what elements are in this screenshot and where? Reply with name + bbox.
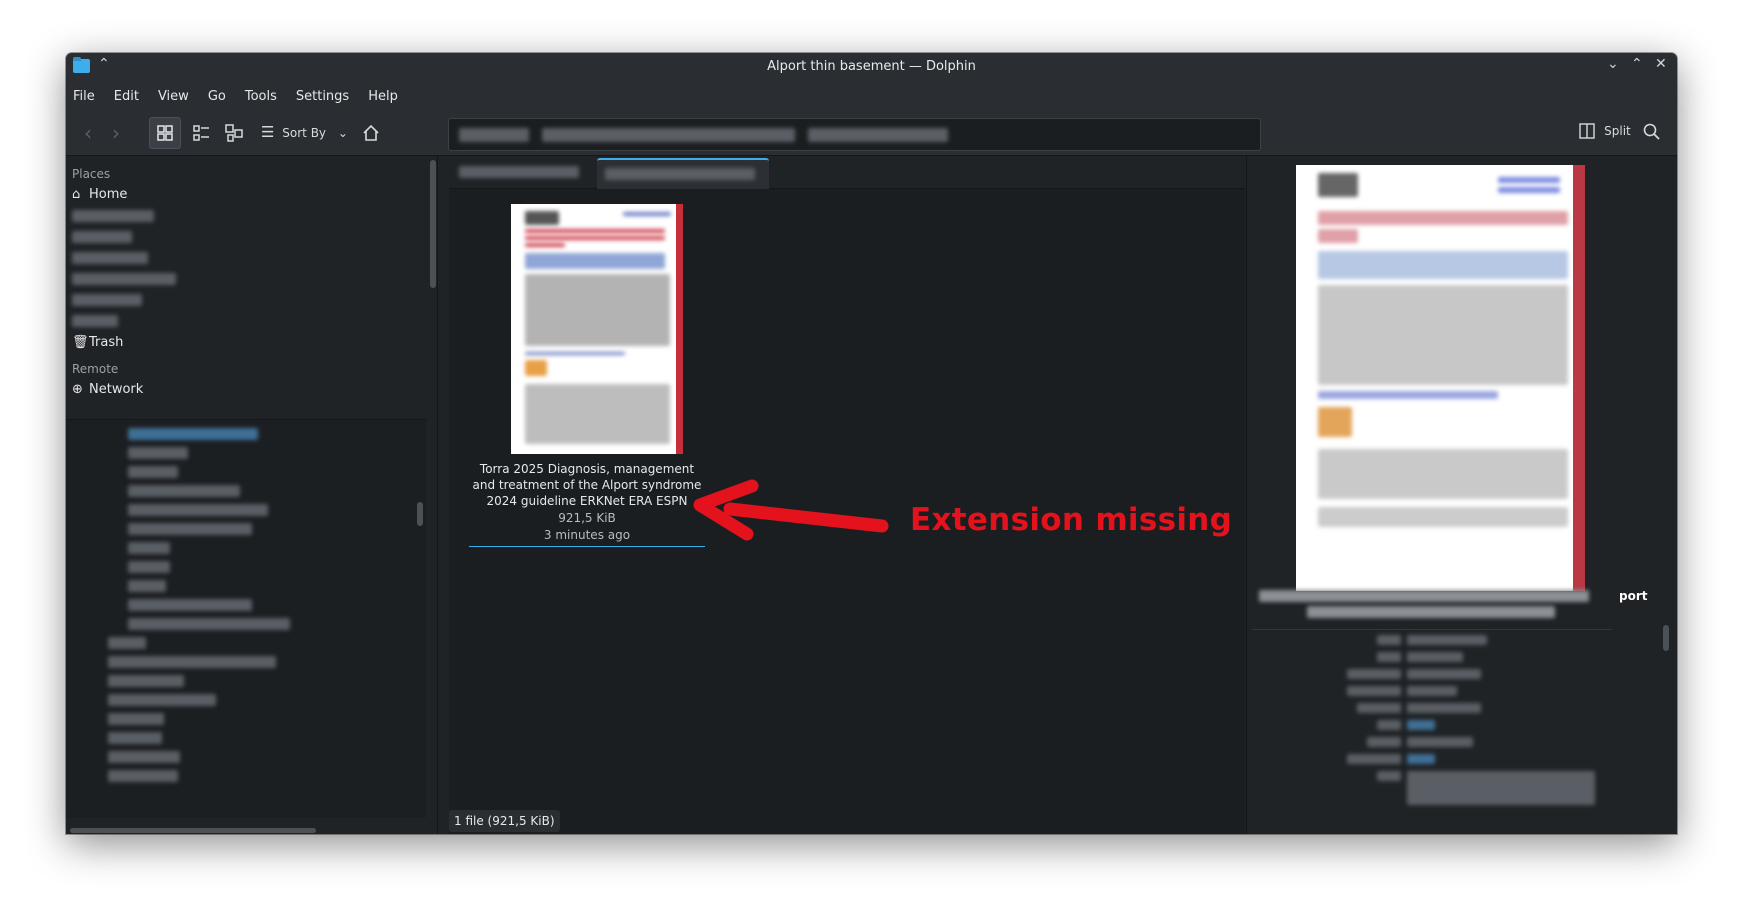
annotation-arrow (693, 479, 889, 541)
annotation-label: Extension missing (910, 502, 1233, 538)
